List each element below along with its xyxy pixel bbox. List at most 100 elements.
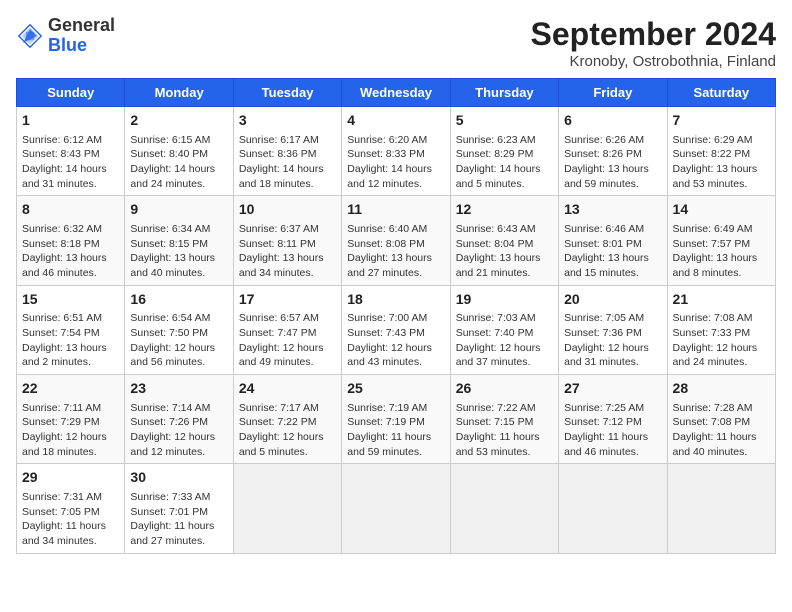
- day-info: Sunrise: 7:14 AMSunset: 7:26 PMDaylight:…: [130, 401, 227, 460]
- day-number: 6: [564, 111, 661, 131]
- logo-text: General Blue: [48, 16, 115, 56]
- col-header-monday: Monday: [125, 79, 233, 107]
- day-number: 5: [456, 111, 553, 131]
- col-header-friday: Friday: [559, 79, 667, 107]
- day-info: Sunrise: 6:46 AMSunset: 8:01 PMDaylight:…: [564, 222, 661, 281]
- day-number: 19: [456, 290, 553, 310]
- calendar-cell: 29Sunrise: 7:31 AMSunset: 7:05 PMDayligh…: [17, 464, 125, 553]
- page-subtitle: Kronoby, Ostrobothnia, Finland: [531, 53, 776, 70]
- day-number: 14: [673, 200, 770, 220]
- calendar-cell: [233, 464, 341, 553]
- day-number: 23: [130, 379, 227, 399]
- calendar-week-row: 22Sunrise: 7:11 AMSunset: 7:29 PMDayligh…: [17, 375, 776, 464]
- calendar-cell: 27Sunrise: 7:25 AMSunset: 7:12 PMDayligh…: [559, 375, 667, 464]
- calendar-cell: 19Sunrise: 7:03 AMSunset: 7:40 PMDayligh…: [450, 285, 558, 374]
- day-info: Sunrise: 6:40 AMSunset: 8:08 PMDaylight:…: [347, 222, 444, 281]
- calendar-cell: 24Sunrise: 7:17 AMSunset: 7:22 PMDayligh…: [233, 375, 341, 464]
- day-number: 26: [456, 379, 553, 399]
- day-info: Sunrise: 6:29 AMSunset: 8:22 PMDaylight:…: [673, 133, 770, 192]
- day-number: 8: [22, 200, 119, 220]
- day-number: 30: [130, 468, 227, 488]
- col-header-saturday: Saturday: [667, 79, 775, 107]
- calendar-cell: [450, 464, 558, 553]
- day-number: 16: [130, 290, 227, 310]
- calendar-cell: 14Sunrise: 6:49 AMSunset: 7:57 PMDayligh…: [667, 196, 775, 285]
- logo: General Blue: [16, 16, 115, 56]
- day-info: Sunrise: 7:33 AMSunset: 7:01 PMDaylight:…: [130, 490, 227, 549]
- calendar-header-row: SundayMondayTuesdayWednesdayThursdayFrid…: [17, 79, 776, 107]
- calendar-cell: 17Sunrise: 6:57 AMSunset: 7:47 PMDayligh…: [233, 285, 341, 374]
- page-header: General Blue September 2024 Kronoby, Ost…: [16, 16, 776, 70]
- day-info: Sunrise: 6:12 AMSunset: 8:43 PMDaylight:…: [22, 133, 119, 192]
- calendar-cell: 18Sunrise: 7:00 AMSunset: 7:43 PMDayligh…: [342, 285, 450, 374]
- calendar-cell: 23Sunrise: 7:14 AMSunset: 7:26 PMDayligh…: [125, 375, 233, 464]
- calendar-cell: 13Sunrise: 6:46 AMSunset: 8:01 PMDayligh…: [559, 196, 667, 285]
- day-info: Sunrise: 7:05 AMSunset: 7:36 PMDaylight:…: [564, 311, 661, 370]
- calendar-cell: 8Sunrise: 6:32 AMSunset: 8:18 PMDaylight…: [17, 196, 125, 285]
- day-number: 20: [564, 290, 661, 310]
- day-number: 15: [22, 290, 119, 310]
- calendar-cell: 28Sunrise: 7:28 AMSunset: 7:08 PMDayligh…: [667, 375, 775, 464]
- day-info: Sunrise: 7:22 AMSunset: 7:15 PMDaylight:…: [456, 401, 553, 460]
- day-info: Sunrise: 7:19 AMSunset: 7:19 PMDaylight:…: [347, 401, 444, 460]
- calendar-cell: 9Sunrise: 6:34 AMSunset: 8:15 PMDaylight…: [125, 196, 233, 285]
- day-number: 27: [564, 379, 661, 399]
- day-number: 17: [239, 290, 336, 310]
- day-info: Sunrise: 7:31 AMSunset: 7:05 PMDaylight:…: [22, 490, 119, 549]
- calendar-cell: [342, 464, 450, 553]
- col-header-tuesday: Tuesday: [233, 79, 341, 107]
- calendar-cell: 21Sunrise: 7:08 AMSunset: 7:33 PMDayligh…: [667, 285, 775, 374]
- day-info: Sunrise: 6:23 AMSunset: 8:29 PMDaylight:…: [456, 133, 553, 192]
- day-info: Sunrise: 6:57 AMSunset: 7:47 PMDaylight:…: [239, 311, 336, 370]
- calendar-week-row: 8Sunrise: 6:32 AMSunset: 8:18 PMDaylight…: [17, 196, 776, 285]
- day-info: Sunrise: 6:17 AMSunset: 8:36 PMDaylight:…: [239, 133, 336, 192]
- calendar-cell: 11Sunrise: 6:40 AMSunset: 8:08 PMDayligh…: [342, 196, 450, 285]
- day-info: Sunrise: 7:00 AMSunset: 7:43 PMDaylight:…: [347, 311, 444, 370]
- calendar-cell: 30Sunrise: 7:33 AMSunset: 7:01 PMDayligh…: [125, 464, 233, 553]
- day-number: 28: [673, 379, 770, 399]
- calendar-cell: [559, 464, 667, 553]
- calendar-cell: 16Sunrise: 6:54 AMSunset: 7:50 PMDayligh…: [125, 285, 233, 374]
- day-number: 7: [673, 111, 770, 131]
- day-number: 9: [130, 200, 227, 220]
- day-info: Sunrise: 7:28 AMSunset: 7:08 PMDaylight:…: [673, 401, 770, 460]
- day-info: Sunrise: 7:25 AMSunset: 7:12 PMDaylight:…: [564, 401, 661, 460]
- calendar-week-row: 29Sunrise: 7:31 AMSunset: 7:05 PMDayligh…: [17, 464, 776, 553]
- day-info: Sunrise: 6:32 AMSunset: 8:18 PMDaylight:…: [22, 222, 119, 281]
- col-header-thursday: Thursday: [450, 79, 558, 107]
- calendar-cell: 4Sunrise: 6:20 AMSunset: 8:33 PMDaylight…: [342, 107, 450, 196]
- calendar-cell: 12Sunrise: 6:43 AMSunset: 8:04 PMDayligh…: [450, 196, 558, 285]
- day-info: Sunrise: 7:11 AMSunset: 7:29 PMDaylight:…: [22, 401, 119, 460]
- day-info: Sunrise: 6:49 AMSunset: 7:57 PMDaylight:…: [673, 222, 770, 281]
- day-info: Sunrise: 6:34 AMSunset: 8:15 PMDaylight:…: [130, 222, 227, 281]
- day-number: 25: [347, 379, 444, 399]
- day-info: Sunrise: 6:15 AMSunset: 8:40 PMDaylight:…: [130, 133, 227, 192]
- calendar-cell: 10Sunrise: 6:37 AMSunset: 8:11 PMDayligh…: [233, 196, 341, 285]
- day-info: Sunrise: 6:26 AMSunset: 8:26 PMDaylight:…: [564, 133, 661, 192]
- day-number: 1: [22, 111, 119, 131]
- day-number: 4: [347, 111, 444, 131]
- day-info: Sunrise: 6:20 AMSunset: 8:33 PMDaylight:…: [347, 133, 444, 192]
- col-header-wednesday: Wednesday: [342, 79, 450, 107]
- calendar-cell: 6Sunrise: 6:26 AMSunset: 8:26 PMDaylight…: [559, 107, 667, 196]
- day-number: 13: [564, 200, 661, 220]
- day-info: Sunrise: 7:03 AMSunset: 7:40 PMDaylight:…: [456, 311, 553, 370]
- day-number: 18: [347, 290, 444, 310]
- col-header-sunday: Sunday: [17, 79, 125, 107]
- day-number: 3: [239, 111, 336, 131]
- calendar-cell: 5Sunrise: 6:23 AMSunset: 8:29 PMDaylight…: [450, 107, 558, 196]
- calendar-cell: 22Sunrise: 7:11 AMSunset: 7:29 PMDayligh…: [17, 375, 125, 464]
- logo-icon: [16, 22, 44, 50]
- title-block: September 2024 Kronoby, Ostrobothnia, Fi…: [531, 16, 776, 70]
- calendar-table: SundayMondayTuesdayWednesdayThursdayFrid…: [16, 78, 776, 554]
- calendar-cell: 25Sunrise: 7:19 AMSunset: 7:19 PMDayligh…: [342, 375, 450, 464]
- calendar-cell: 3Sunrise: 6:17 AMSunset: 8:36 PMDaylight…: [233, 107, 341, 196]
- calendar-cell: 1Sunrise: 6:12 AMSunset: 8:43 PMDaylight…: [17, 107, 125, 196]
- calendar-week-row: 15Sunrise: 6:51 AMSunset: 7:54 PMDayligh…: [17, 285, 776, 374]
- day-number: 24: [239, 379, 336, 399]
- day-number: 2: [130, 111, 227, 131]
- day-number: 12: [456, 200, 553, 220]
- calendar-week-row: 1Sunrise: 6:12 AMSunset: 8:43 PMDaylight…: [17, 107, 776, 196]
- calendar-cell: 7Sunrise: 6:29 AMSunset: 8:22 PMDaylight…: [667, 107, 775, 196]
- page-title: September 2024: [531, 16, 776, 53]
